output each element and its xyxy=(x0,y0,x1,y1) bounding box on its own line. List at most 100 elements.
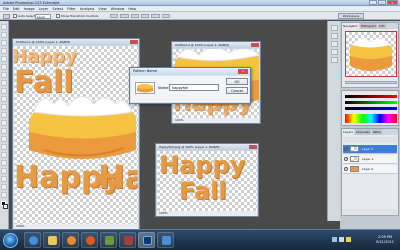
document-window-3[interactable]: HappyFall.png @ 100% (Layer 1, RGB/8) Ha… xyxy=(155,143,259,217)
taskbar-app[interactable] xyxy=(100,232,117,248)
move-tool[interactable] xyxy=(1,24,7,30)
auto-select-dropdown[interactable]: Layer xyxy=(35,13,51,19)
dialog-close-icon[interactable]: × xyxy=(238,69,248,74)
document-canvas[interactable]: Happy Fall xyxy=(157,151,257,211)
volume-icon[interactable] xyxy=(339,237,344,242)
close-icon[interactable] xyxy=(251,43,259,47)
document-window-1[interactable]: Untitled-1 @ 100% (Layer 1, RGB/8) Happy… xyxy=(12,38,140,230)
document-canvas[interactable]: Happy Fall Happy Ha xyxy=(14,46,138,224)
shape-tool[interactable] xyxy=(1,160,7,166)
align-icon[interactable] xyxy=(110,14,119,18)
menu-image[interactable]: Image xyxy=(24,7,35,11)
taskbar-explorer[interactable] xyxy=(43,232,60,248)
taskbar-app[interactable] xyxy=(157,232,174,248)
folder-icon xyxy=(48,236,57,245)
document-title: Untitled-1 @ 100% (Layer 1, RGB/8) xyxy=(13,39,139,45)
brushes-icon[interactable] xyxy=(331,41,338,47)
document-status: 100% xyxy=(173,118,259,123)
taskbar-photoshop[interactable] xyxy=(138,232,155,248)
distribute-icon[interactable] xyxy=(161,14,170,18)
toolbox xyxy=(0,21,9,229)
healing-tool[interactable] xyxy=(1,72,7,78)
background-color[interactable] xyxy=(3,204,8,209)
distribute-icon[interactable] xyxy=(140,14,150,18)
color-ramp[interactable] xyxy=(345,114,397,123)
type-tool[interactable] xyxy=(1,144,7,150)
maximize-button[interactable]: □ xyxy=(378,0,386,5)
hand-tool[interactable] xyxy=(1,184,7,190)
tab-paths[interactable]: Paths xyxy=(371,129,382,135)
move-tool-icon[interactable] xyxy=(3,13,10,19)
blend-mode-row[interactable] xyxy=(343,137,397,142)
brush-tool[interactable] xyxy=(1,80,7,86)
menu-edit[interactable]: Edit xyxy=(13,7,20,11)
tab-info[interactable]: Info xyxy=(378,23,386,29)
red-slider[interactable] xyxy=(345,95,397,98)
pen-tool[interactable] xyxy=(1,136,7,142)
navigator-preview[interactable] xyxy=(345,31,397,77)
tab-layers[interactable]: Layers xyxy=(342,129,354,135)
lasso-tool[interactable] xyxy=(1,40,7,46)
blue-slider[interactable] xyxy=(345,107,397,110)
menu-file[interactable]: File xyxy=(3,7,9,11)
taskbar-app[interactable] xyxy=(119,232,136,248)
menu-select[interactable]: Select xyxy=(52,7,63,11)
history-icon[interactable] xyxy=(331,25,338,31)
menu-layer[interactable]: Layer xyxy=(39,7,49,11)
align-icon[interactable] xyxy=(120,14,129,18)
cancel-button[interactable]: Cancel xyxy=(226,87,248,94)
menu-help[interactable]: Help xyxy=(128,7,136,11)
menu-view[interactable]: View xyxy=(98,7,106,11)
notes-tool[interactable] xyxy=(1,168,7,174)
minimize-button[interactable]: – xyxy=(369,0,377,5)
network-icon[interactable] xyxy=(332,237,337,242)
layer-thumbnail xyxy=(350,166,359,172)
magic-wand-tool[interactable] xyxy=(1,48,7,54)
workspace-button[interactable]: Workspace xyxy=(338,13,364,19)
crop-tool[interactable] xyxy=(1,56,7,62)
stamp-tool[interactable] xyxy=(1,88,7,94)
distribute-icon[interactable] xyxy=(151,14,160,18)
zoom-slider[interactable] xyxy=(345,81,397,84)
auto-select-checkbox[interactable]: Auto-Select: xyxy=(13,13,36,19)
tab-channels[interactable]: Channels xyxy=(354,129,371,135)
menu-window[interactable]: Window xyxy=(111,7,125,11)
tab-navigator[interactable]: Navigator xyxy=(342,23,359,29)
menu-analysis[interactable]: Analysis xyxy=(80,7,94,11)
eye-icon[interactable] xyxy=(344,157,348,161)
layer-row[interactable]: Layer 1 xyxy=(343,155,397,164)
blur-tool[interactable] xyxy=(1,120,7,126)
menu-filter[interactable]: Filter xyxy=(67,7,76,11)
flag-icon[interactable] xyxy=(346,237,351,242)
layer-row[interactable]: Layer 2 xyxy=(343,145,397,154)
close-button[interactable]: × xyxy=(387,0,398,5)
eye-icon[interactable] xyxy=(344,167,348,171)
zoom-tool[interactable] xyxy=(1,192,7,198)
close-icon[interactable] xyxy=(249,145,257,149)
taskbar-media[interactable] xyxy=(62,232,79,248)
pattern-name-input[interactable] xyxy=(169,84,219,91)
eraser-tool[interactable] xyxy=(1,104,7,110)
gradient-tool[interactable] xyxy=(1,112,7,118)
close-icon[interactable] xyxy=(130,40,138,44)
actions-icon[interactable] xyxy=(331,33,338,39)
green-slider[interactable] xyxy=(345,101,397,104)
eyedropper-tool[interactable] xyxy=(1,176,7,182)
tab-histogram[interactable]: Histogram xyxy=(359,23,378,29)
history-brush-tool[interactable] xyxy=(1,96,7,102)
marquee-tool[interactable] xyxy=(1,32,7,38)
dodge-tool[interactable] xyxy=(1,128,7,134)
clock[interactable]: 2:09 PM 9/21/2011 xyxy=(376,235,394,245)
clone-source-icon[interactable] xyxy=(331,57,338,63)
layer-row[interactable]: Layer 0 xyxy=(343,165,397,174)
eye-icon[interactable] xyxy=(344,147,348,151)
show-transform-checkbox[interactable]: Show Transform Controls xyxy=(56,13,98,19)
ok-button[interactable]: OK xyxy=(226,78,248,85)
tool-presets-icon[interactable] xyxy=(331,49,338,55)
slice-tool[interactable] xyxy=(1,64,7,70)
align-icon[interactable] xyxy=(130,14,139,18)
path-select-tool[interactable] xyxy=(1,152,7,158)
taskbar-ie[interactable] xyxy=(24,232,41,248)
start-button[interactable] xyxy=(3,233,18,248)
taskbar-firefox[interactable] xyxy=(81,232,98,248)
